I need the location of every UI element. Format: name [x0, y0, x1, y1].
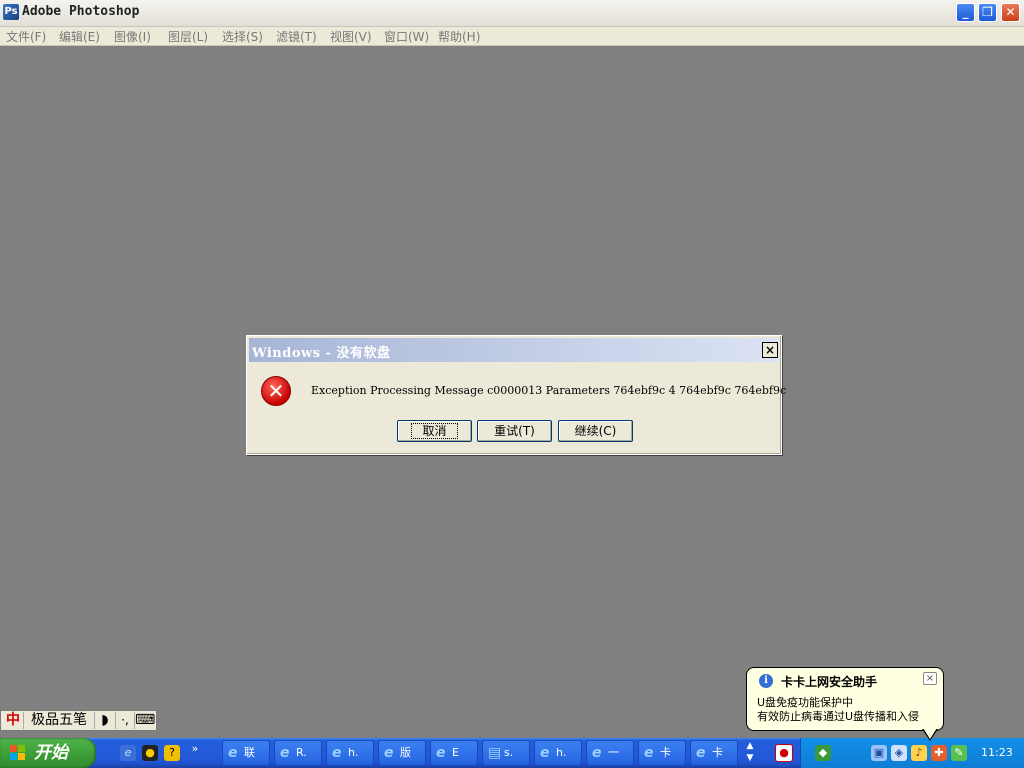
ie-quicklaunch-icon[interactable]: e — [120, 745, 136, 761]
maximize-button[interactable]: ❐ — [978, 3, 997, 22]
taskbar-button[interactable]: e h. — [326, 740, 374, 766]
ie-icon: e — [332, 745, 342, 761]
computer-icon[interactable]: ▣ — [871, 745, 887, 761]
taskbar-button-label: 卡 — [660, 746, 671, 759]
taskbar-button-label: 联 — [244, 746, 255, 759]
balloon-title: 卡卡上网安全助手 — [781, 675, 878, 689]
ie-icon: e — [436, 745, 446, 761]
keyboard-icon[interactable]: ⌨ — [135, 712, 155, 729]
error-dialog: Windows - 没有软盘 × ✕ Exception Processing … — [246, 335, 786, 455]
menu-layer[interactable]: 图层(L) — [168, 28, 208, 45]
shield-icon[interactable]: ◈ — [891, 745, 907, 761]
taskbar-button-label: 版 — [400, 746, 411, 759]
taskbar-button[interactable]: e卡 — [690, 740, 738, 766]
taskbar-button-label: s. — [504, 746, 514, 759]
speaker-icon[interactable]: ♪ — [911, 745, 927, 761]
moon-icon[interactable]: ◗ — [95, 712, 116, 729]
taskbar-button[interactable]: eE — [430, 740, 478, 766]
ie-icon: e — [228, 745, 238, 761]
taskbar-button[interactable]: e h. — [534, 740, 582, 766]
taskbar-button[interactable]: e R. — [274, 740, 322, 766]
menu-file[interactable]: 文件(F) — [6, 28, 46, 45]
ime-name[interactable]: 极品五笔 — [24, 712, 95, 729]
windows-logo-icon — [10, 745, 25, 760]
cancel-button-label: 取消 — [411, 423, 458, 439]
menu-filter[interactable]: 滤镜(T) — [276, 28, 317, 45]
ime-mode-toggle[interactable]: 中 — [3, 712, 24, 729]
taskbar-scroll-arrows[interactable]: ▲ ▼ — [743, 740, 757, 766]
ie-icon: e — [696, 745, 706, 761]
menu-edit[interactable]: 编辑(E) — [59, 28, 100, 45]
error-icon: ✕ — [261, 376, 291, 406]
taskbar-button[interactable]: e卡 — [638, 740, 686, 766]
continue-button[interactable]: 继续(C) — [558, 420, 633, 442]
ie-icon: e — [644, 745, 654, 761]
record-icon[interactable]: ● — [775, 744, 793, 762]
antivirus-icon[interactable]: ✚ — [931, 745, 947, 761]
dialog-title: Windows - 没有软盘 — [252, 346, 391, 361]
taskbar-button-label: h. — [348, 746, 359, 759]
photoshop-titlebar[interactable]: Ps Adobe Photoshop _ ❐ ✕ — [0, 0, 1024, 27]
ie-icon: e — [592, 745, 602, 761]
info-icon: i — [759, 674, 773, 688]
menu-window[interactable]: 窗口(W) — [384, 28, 429, 45]
ime-toolbar: 中 极品五笔 ◗ ·, ⌨ — [0, 710, 157, 731]
minimize-button[interactable]: _ — [956, 3, 975, 22]
taskbar-button[interactable]: ▤ s. — [482, 740, 530, 766]
photoshop-icon: Ps — [3, 4, 19, 20]
menu-help[interactable]: 帮助(H) — [438, 28, 480, 45]
cancel-button[interactable]: 取消 — [397, 420, 472, 442]
balloon-line-2: 有效防止病毒通过U盘传播和入侵 — [757, 710, 920, 723]
dialog-titlebar[interactable]: Windows - 没有软盘 × — [249, 338, 779, 362]
punctuation-icon[interactable]: ·, — [116, 712, 135, 729]
ie-icon: e — [280, 745, 290, 761]
menubar: 文件(F) 编辑(E) 图像(I) 图层(L) 选择(S) 滤镜(T) 视图(V… — [0, 27, 1024, 46]
window-title: Adobe Photoshop — [22, 4, 140, 19]
ime-tray-icon[interactable]: ✎ — [951, 745, 967, 761]
ie-icon: e — [540, 745, 550, 761]
taskbar-button-label: 一 — [608, 746, 619, 759]
taskbar-button-label: h. — [556, 746, 567, 759]
menu-view[interactable]: 视图(V) — [330, 28, 372, 45]
chevron-right-icon[interactable]: » — [190, 741, 200, 757]
document-icon: ▤ — [488, 745, 502, 761]
close-button[interactable]: ✕ — [1001, 3, 1020, 22]
qq-icon[interactable]: ● — [142, 745, 158, 761]
dialog-close-button[interactable]: × — [762, 342, 778, 358]
help-icon[interactable]: ? — [164, 745, 180, 761]
taskbar-button[interactable]: e一 — [586, 740, 634, 766]
balloon-close-button[interactable]: × — [923, 672, 937, 685]
taskbar-button-label: 卡 — [712, 746, 723, 759]
taskbar: 开始 e ● ? » e联 e R. e h. e版 eE ▤ s. e h. e一 e… — [0, 738, 1024, 768]
taskbar-button-label: R. — [296, 746, 307, 759]
retry-button[interactable]: 重试(T) — [477, 420, 552, 442]
clock[interactable]: 11:23 — [981, 746, 1013, 759]
menu-select[interactable]: 选择(S) — [222, 28, 263, 45]
start-button[interactable]: 开始 — [0, 738, 96, 768]
dialog-message: Exception Processing Message c0000013 Pa… — [311, 384, 787, 397]
start-label: 开始 — [34, 743, 68, 763]
menu-image[interactable]: 图像(I) — [114, 28, 151, 45]
network-icon[interactable]: ◆ — [815, 745, 831, 761]
system-tray: ◆ ▣ ◈ ♪ ✚ ✎ 11:23 — [800, 738, 1024, 768]
notification-balloon[interactable]: i 卡卡上网安全助手 × U盘免疫功能保护中 有效防止病毒通过U盘传播和入侵 — [746, 667, 944, 731]
balloon-tail-inner — [923, 728, 937, 739]
taskbar-button-label: E — [452, 746, 459, 759]
ie-icon: e — [384, 745, 394, 761]
taskbar-button[interactable]: e联 — [222, 740, 270, 766]
taskbar-button[interactable]: e版 — [378, 740, 426, 766]
